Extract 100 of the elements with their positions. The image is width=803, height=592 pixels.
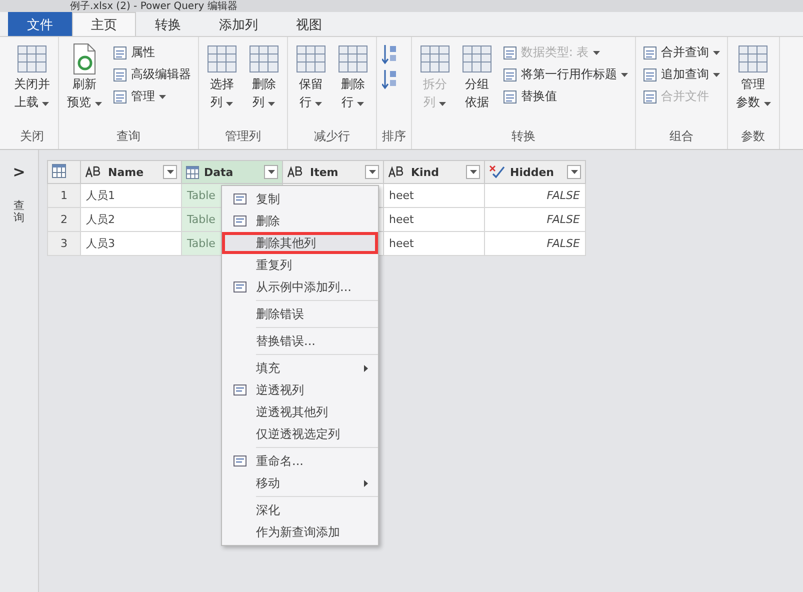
table-cell: FALSE <box>484 232 586 256</box>
table-cell: heet <box>384 184 484 208</box>
caret-icon <box>620 72 628 76</box>
column-header[interactable]: Item <box>310 166 338 178</box>
table-cell: heet <box>384 232 484 256</box>
table-icon <box>17 43 47 75</box>
table-icon <box>52 164 66 178</box>
caret-icon <box>42 102 50 106</box>
ribbon-button[interactable]: 将第一行用作标题 <box>500 65 630 84</box>
table-cell: 人员1 <box>80 184 182 208</box>
caret-icon <box>94 102 102 106</box>
menu-item[interactable]: 从示例中添加列... <box>222 276 378 298</box>
ribbon-button[interactable]: 保留 行 <box>292 43 329 128</box>
group-label: 参数 <box>740 128 766 145</box>
menu-item[interactable]: 删除其他列 <box>222 232 378 254</box>
group-label: 减少行 <box>312 128 351 145</box>
menu-item[interactable]: 填充 <box>222 357 378 379</box>
menu-item[interactable]: 仅逆透视选定列 <box>222 423 378 445</box>
ribbon-button[interactable]: 分组 依据 <box>458 43 495 128</box>
caret-icon <box>712 72 720 76</box>
filter-button[interactable] <box>567 165 581 179</box>
pane-label: 查询 <box>14 200 24 224</box>
ribbon-button[interactable]: 刷新 预览 <box>64 43 105 128</box>
list-icon <box>502 68 517 82</box>
ribbon-button[interactable]: 管理 <box>110 87 193 106</box>
table-cell: 人员3 <box>80 232 182 256</box>
filter-button[interactable] <box>163 165 177 179</box>
ribbon-tab[interactable]: 视图 <box>277 12 341 36</box>
menu-item[interactable]: 深化 <box>222 499 378 521</box>
row-number: 3 <box>48 232 80 256</box>
ribbon-button[interactable]: 删除 列 <box>246 43 282 128</box>
menu-item-icon <box>233 454 249 468</box>
group-label: 组合 <box>668 128 694 145</box>
sort-descending-icon[interactable] <box>382 68 398 90</box>
menu-item[interactable]: 移动 <box>222 472 378 494</box>
menu-item[interactable]: 作为新查询添加 <box>222 521 378 543</box>
menu-item-icon <box>233 192 249 206</box>
caret-icon <box>470 170 476 174</box>
caret-icon <box>268 102 276 106</box>
group-label: 管理列 <box>224 128 262 145</box>
ribbon-button[interactable]: 关闭并 上载 <box>11 43 53 128</box>
menu-item[interactable]: 重复列 <box>222 254 378 276</box>
list-icon <box>502 90 517 104</box>
ribbon-button[interactable]: 选择 列 <box>204 43 240 128</box>
ribbon-button[interactable]: 合并查询 <box>640 43 722 62</box>
caret-icon <box>357 102 364 106</box>
table-icon <box>738 43 768 75</box>
submenu-arrow-icon <box>364 480 368 486</box>
table-cell: 人员2 <box>80 208 182 232</box>
text-type-icon <box>287 166 305 178</box>
filter-button[interactable] <box>264 165 278 179</box>
table-icon <box>186 166 199 178</box>
window-title: 例子.xlsx (2) - Power Query 编辑器 <box>70 2 238 12</box>
group-label: 转换 <box>510 128 536 145</box>
ribbon-button[interactable]: 管理 参数 <box>732 43 774 128</box>
group-label: 关闭 <box>19 128 45 145</box>
column-header[interactable]: Data <box>204 166 234 178</box>
menu-item[interactable]: 逆透视列 <box>222 379 378 401</box>
caret-icon <box>166 170 174 174</box>
caret-icon <box>268 170 274 174</box>
sort-ascending-icon[interactable] <box>382 43 398 65</box>
menu-item-icon <box>233 280 249 294</box>
table-icon <box>462 43 492 75</box>
check-cross-icon <box>489 165 505 179</box>
table-icon <box>420 43 450 75</box>
table-cell: FALSE <box>484 184 586 208</box>
caret-icon <box>592 50 600 54</box>
caret-icon <box>570 170 578 174</box>
menu-item[interactable]: 重命名... <box>222 450 378 472</box>
ribbon-tab[interactable]: 主页 <box>72 12 136 36</box>
ribbon-button[interactable]: 高级编辑器 <box>110 65 193 84</box>
ribbon-button[interactable]: 属性 <box>110 43 193 62</box>
table-icon <box>296 43 326 75</box>
ribbon-tab[interactable]: 文件 <box>8 12 72 36</box>
text-type-icon <box>388 166 406 178</box>
caret-icon <box>368 170 376 174</box>
menu-item-icon <box>233 214 249 228</box>
menu-item[interactable]: 逆透视其他列 <box>222 401 378 423</box>
caret-icon <box>712 50 720 54</box>
caret-icon <box>764 102 771 106</box>
caret-icon <box>315 102 322 106</box>
ribbon-tab[interactable]: 添加列 <box>200 12 277 36</box>
ribbon-tab[interactable]: 转换 <box>136 12 200 36</box>
ribbon-button[interactable]: 追加查询 <box>640 65 722 84</box>
filter-button[interactable] <box>466 165 480 179</box>
ribbon-button[interactable]: 替换值 <box>500 87 630 106</box>
filter-button[interactable] <box>365 165 379 179</box>
column-header[interactable]: Kind <box>411 166 439 178</box>
menu-item[interactable]: 删除错误 <box>222 303 378 325</box>
table-icon <box>338 43 368 75</box>
expand-pane-button[interactable]: > <box>6 162 32 182</box>
row-number: 2 <box>48 208 80 232</box>
list-icon <box>642 46 657 60</box>
menu-item[interactable]: 替换错误... <box>222 330 378 352</box>
group-label: 排序 <box>382 128 406 145</box>
submenu-arrow-icon <box>364 364 368 372</box>
list-icon <box>642 68 657 82</box>
caret-icon <box>226 102 234 106</box>
ribbon-button[interactable]: 删除 行 <box>334 43 371 128</box>
list-icon <box>112 90 127 104</box>
